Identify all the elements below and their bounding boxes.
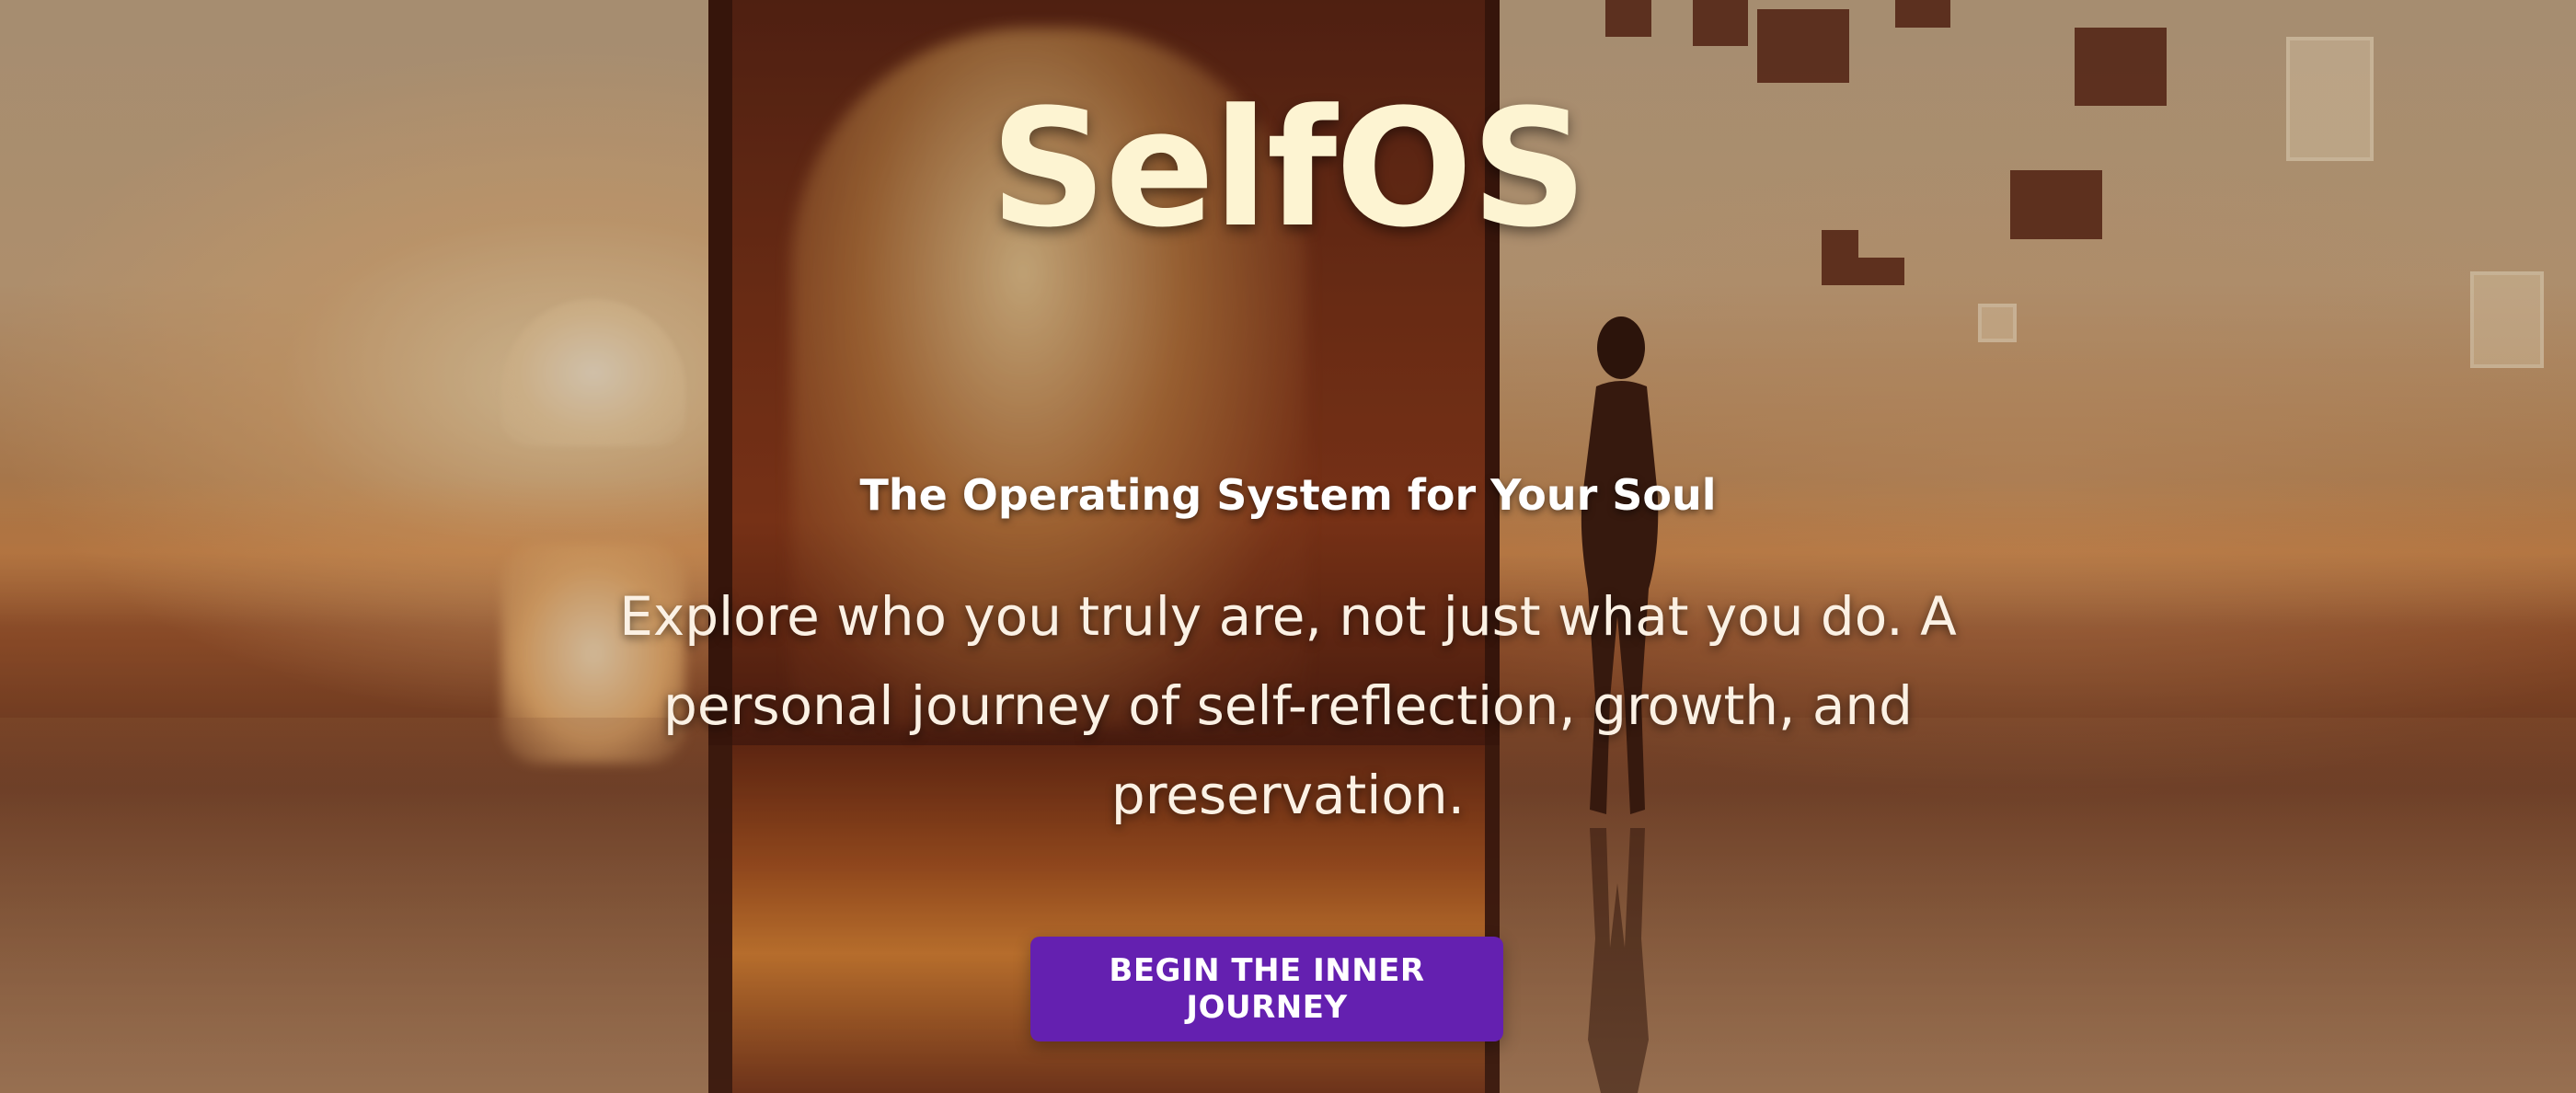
hero-section: SelfOS The Operating System for Your Sou… (0, 0, 2576, 1093)
hero-description: Explore who you truly are, not just what… (619, 585, 1957, 826)
tagline: The Operating System for Your Soul (859, 470, 1717, 520)
brand-title: SelfOS (990, 75, 1587, 263)
begin-journey-button[interactable]: BEGIN THE INNER JOURNEY (1030, 937, 1503, 1041)
hero-content: SelfOS The Operating System for Your Sou… (0, 0, 2576, 1093)
